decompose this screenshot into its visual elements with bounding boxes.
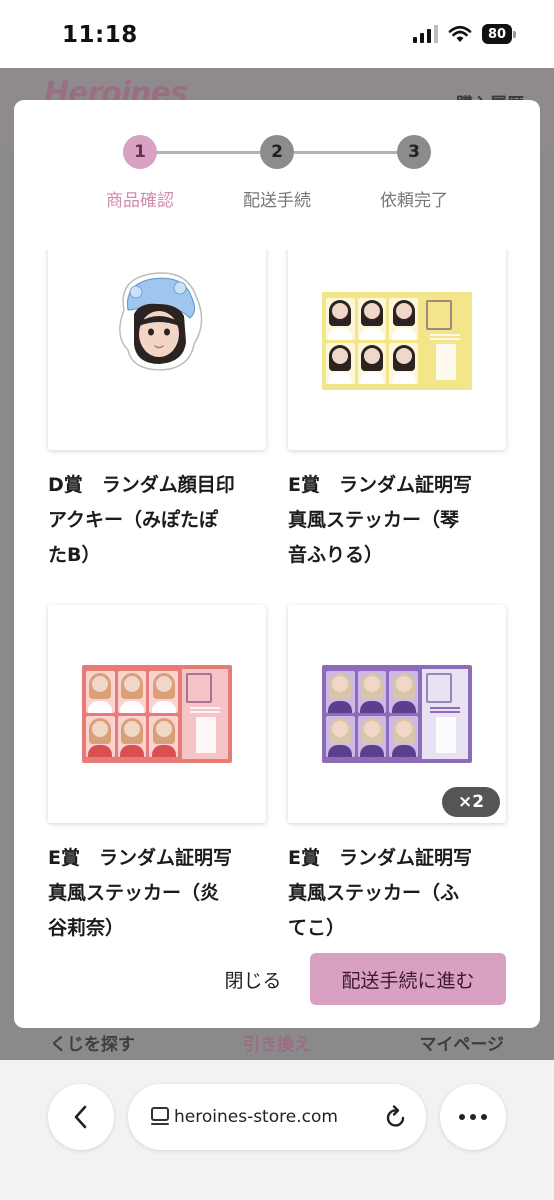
prize-image: ×2	[288, 605, 506, 823]
prize-title-line: 真風ステッカー（ふ	[288, 882, 460, 904]
exchange-modal: 1 2 3 商品確認 配送手続 依頼完了 D賞 ランダム顔目印 アクキー（みぽた…	[14, 100, 540, 1028]
step-2-number: 2	[260, 135, 294, 169]
step-2-label: 配送手続	[243, 191, 311, 211]
status-icons: 80	[413, 24, 516, 44]
prize-title: E賞 ランダム証明写 真風ステッカー（ふ てこ）	[288, 841, 506, 940]
prize-title-line: 谷莉奈）	[48, 917, 125, 939]
prize-title-line: アクキー（みぽたぽ	[48, 509, 219, 531]
battery-icon: 80	[482, 24, 516, 44]
prize-title-line: E賞 ランダム証明写	[288, 474, 472, 496]
face-sticker-image	[119, 272, 203, 371]
cellular-signal-icon	[413, 25, 438, 43]
url-text[interactable]: heroines-store.com	[174, 1107, 364, 1127]
step-3-number: 3	[397, 135, 431, 169]
quantity-badge: ×2	[442, 787, 500, 817]
prize-image	[288, 250, 506, 450]
prize-title-line: 真風ステッカー（炎	[48, 882, 220, 904]
reload-icon[interactable]	[384, 1104, 408, 1130]
close-button[interactable]: 閉じる	[210, 960, 296, 998]
prize-title-line: 音ふりる）	[288, 544, 384, 566]
step-1-label: 商品確認	[106, 191, 174, 211]
bottom-nav: くじを探す 引き換え マイページ	[0, 1028, 554, 1060]
status-time: 11:18	[62, 22, 138, 48]
back-arrow-icon	[74, 1105, 87, 1129]
prize-title-line: たB）	[48, 544, 101, 566]
prize-image	[48, 605, 266, 823]
wifi-icon	[448, 25, 472, 42]
more-icon	[459, 1114, 487, 1120]
sticker-sheet-image	[322, 292, 472, 390]
prize-title-line: E賞 ランダム証明写	[48, 847, 232, 869]
status-bar: 11:18 80	[0, 0, 554, 68]
nav-my-page: マイページ	[419, 1035, 505, 1055]
battery-level: 80	[482, 24, 512, 44]
tabs-icon[interactable]	[150, 1106, 172, 1128]
step-3-label: 依頼完了	[380, 191, 448, 211]
progress-stepper: 1 2 3 商品確認 配送手続 依頼完了	[14, 100, 540, 250]
nav-exchange: 引き換え	[243, 1035, 311, 1055]
prize-title: D賞 ランダム顔目印 アクキー（みぽたぽ たB）	[48, 468, 266, 573]
address-bar[interactable]: heroines-store.com	[128, 1084, 426, 1150]
proceed-to-shipping-button[interactable]: 配送手続に進む	[310, 953, 506, 1005]
sticker-sheet-image	[82, 665, 232, 763]
back-button[interactable]	[48, 1084, 114, 1150]
prize-image	[48, 250, 266, 450]
item-grid[interactable]: D賞 ランダム顔目印 アクキー（みぽたぽ たB） E賞 ランダム証明写 真風ステ…	[14, 250, 540, 940]
browser-toolbar: heroines-store.com	[0, 1060, 554, 1200]
modal-footer: 閉じる 配送手続に進む	[14, 940, 540, 1028]
sticker-sheet-image	[322, 665, 472, 763]
prize-title-line: 真風ステッカー（琴	[288, 509, 460, 531]
step-connector	[156, 151, 260, 154]
prize-title-line: てこ）	[288, 917, 346, 939]
prize-title-line: D賞 ランダム顔目印	[48, 474, 235, 496]
step-connector	[294, 151, 398, 154]
more-button[interactable]	[440, 1084, 506, 1150]
step-1-number: 1	[123, 135, 157, 169]
prize-title: E賞 ランダム証明写 真風ステッカー（炎 谷莉奈）	[48, 841, 266, 940]
nav-find-lottery: くじを探す	[49, 1035, 135, 1055]
prize-title: E賞 ランダム証明写 真風ステッカー（琴 音ふりる）	[288, 468, 506, 573]
prize-title-line: E賞 ランダム証明写	[288, 847, 472, 869]
